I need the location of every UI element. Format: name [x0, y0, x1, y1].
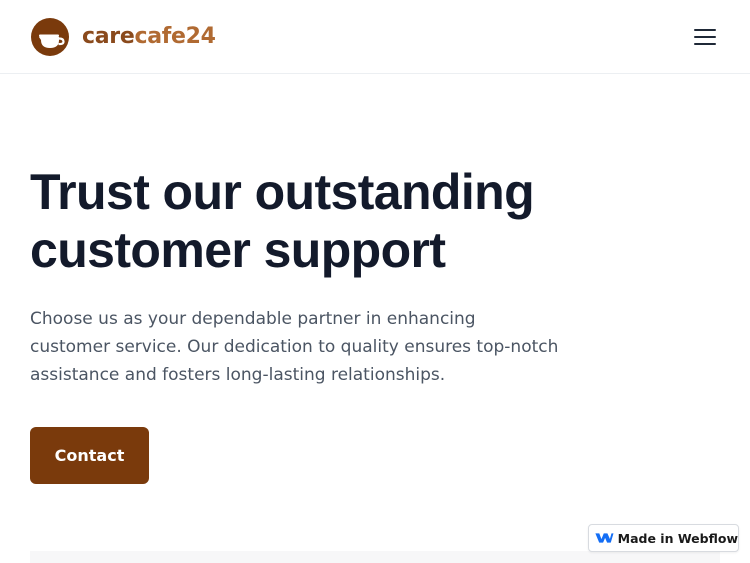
made-in-webflow-badge[interactable]: Made in Webflow	[588, 524, 739, 552]
hamburger-menu-button[interactable]	[692, 26, 718, 48]
page: carecafe24 Trust our outstanding custome…	[0, 0, 750, 563]
logo-wordmark: carecafe24	[82, 26, 216, 48]
hero-title-line-2: customer support	[30, 222, 446, 278]
logo-link[interactable]: carecafe24	[30, 17, 216, 57]
hero-title-line-1: Trust our outstanding	[30, 164, 535, 220]
webflow-badge-label: Made in Webflow	[617, 530, 738, 546]
site-header: carecafe24	[0, 0, 750, 74]
logo-text-cafe: cafe24	[134, 24, 216, 49]
contact-button[interactable]: Contact	[30, 427, 149, 484]
webflow-logo-icon	[595, 533, 614, 543]
next-section-edge	[30, 551, 720, 563]
coffee-cup-logo-icon	[31, 18, 69, 56]
hero-description: Choose us as your dependable partner in …	[30, 309, 559, 385]
logo-text-care: care	[82, 24, 135, 49]
hero-title: Trust our outstanding customer support	[30, 163, 590, 279]
